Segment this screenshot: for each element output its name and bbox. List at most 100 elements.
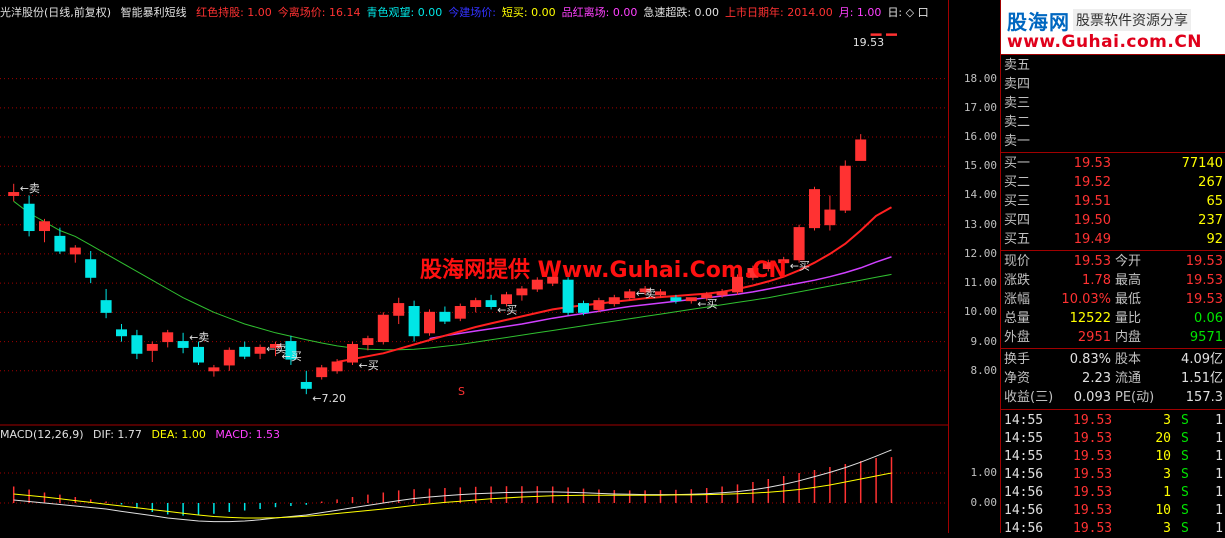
- candle-body: [655, 291, 666, 296]
- trade-side: S: [1181, 467, 1189, 482]
- trade-time: 14:56: [1004, 521, 1044, 536]
- fund-row: 收益(三) 0.093 PE(动) 157.3: [1001, 388, 1225, 407]
- ask-row[interactable]: 卖二: [1001, 113, 1225, 132]
- candle-body: [116, 329, 127, 337]
- indicator-name[interactable]: 智能暴利短线: [121, 6, 187, 19]
- candle-body: [347, 343, 358, 363]
- high-price-label: 19.53: [853, 36, 885, 49]
- bid-row[interactable]: 买四 19.50 237: [1001, 211, 1225, 230]
- trade-time: 14:55: [1004, 413, 1044, 428]
- site-logo[interactable]: 股海网 股票软件资源分享 www.Guhai.com.CN: [1001, 0, 1225, 55]
- ask-row[interactable]: 卖一: [1001, 132, 1225, 151]
- quote-label: 涨幅: [1004, 292, 1031, 307]
- candle-body: [824, 209, 836, 226]
- s-mark: S: [458, 385, 465, 398]
- trade-qty: 1: [1163, 485, 1171, 500]
- quote-label: 现价: [1004, 254, 1031, 269]
- candle-body: [223, 349, 235, 366]
- trade-qty: 3: [1163, 521, 1171, 536]
- candle-body: [69, 247, 81, 255]
- trade-row[interactable]: 14:55 19.53 20 S 1: [1001, 430, 1225, 448]
- candle-body: [501, 294, 512, 305]
- trade-row[interactable]: 14:56 19.53 3 S 1: [1001, 466, 1225, 484]
- fund-row: 换手 0.83% 股本 4.09亿: [1001, 350, 1225, 369]
- quote-value: 19.53: [1073, 254, 1111, 269]
- ask-row[interactable]: 卖五: [1001, 56, 1225, 75]
- bid-volume: 77140: [1181, 156, 1223, 171]
- bid-price: 19.49: [1073, 232, 1111, 247]
- buy-signal-label: ←买: [497, 303, 517, 316]
- candle-body: [162, 332, 174, 343]
- trade-qty: 20: [1155, 431, 1171, 446]
- buy-signal-label: ←买: [697, 298, 717, 311]
- quote-label-2: 最高: [1115, 273, 1142, 288]
- quote-row: 现价 19.53 今开 19.53: [1001, 252, 1225, 271]
- price-tick-label: 13.00: [963, 217, 997, 231]
- bid-row[interactable]: 买三 19.51 65: [1001, 192, 1225, 211]
- trade-price: 19.53: [1073, 485, 1113, 500]
- trade-count: 1: [1215, 503, 1223, 518]
- price-tick-label: 9.00: [970, 334, 998, 348]
- logo-site-cn: 股海网: [1007, 10, 1070, 34]
- candle-body: [54, 235, 66, 252]
- trade-row[interactable]: 14:56 19.53 3 S 1: [1001, 520, 1225, 538]
- ask-row[interactable]: 卖四: [1001, 75, 1225, 94]
- buy-signal-label: ←买: [359, 359, 379, 372]
- trade-side: S: [1181, 431, 1189, 446]
- quote-value: 10.03%: [1061, 292, 1111, 307]
- macd-tick-label: 1.00: [970, 466, 998, 479]
- macd-dea: DEA: 1.00: [151, 428, 206, 441]
- fund-label-2: 股本: [1115, 352, 1142, 367]
- fund-value: 0.093: [1073, 390, 1111, 405]
- macd-value: MACD: 1.53: [215, 428, 281, 441]
- candle-body: [316, 367, 328, 378]
- sell-signal-label: ←卖: [266, 342, 286, 355]
- stock-title[interactable]: 光洋股份(日线,前复权): [0, 6, 111, 19]
- price-tick-label: 11.00: [963, 276, 997, 290]
- candle-body: [146, 343, 158, 351]
- trade-row[interactable]: 14:56 19.53 10 S 1: [1001, 502, 1225, 520]
- ask-label: 卖四: [1004, 77, 1031, 92]
- trade-price: 19.53: [1073, 503, 1113, 518]
- header-item-7: 上市日期年: 2014.00: [725, 6, 833, 19]
- trade-row[interactable]: 14:55 19.53 10 S 1: [1001, 448, 1225, 466]
- bid-row[interactable]: 买五 19.49 92: [1001, 230, 1225, 249]
- trade-count: 1: [1215, 467, 1223, 482]
- ask-label: 卖三: [1004, 96, 1031, 111]
- macd-title[interactable]: MACD(12,26,9): [0, 428, 84, 441]
- quote-label: 总量: [1004, 311, 1031, 326]
- book-divider: [1001, 152, 1225, 153]
- candle-body: [439, 311, 451, 322]
- trade-time: 14:55: [1004, 431, 1044, 446]
- bid-label: 买五: [1004, 232, 1031, 247]
- bid-row[interactable]: 买一 19.53 77140: [1001, 154, 1225, 173]
- trade-row[interactable]: 14:55 19.53 3 S 1: [1001, 412, 1225, 430]
- trade-time: 14:56: [1004, 467, 1044, 482]
- ask-row[interactable]: 卖三: [1001, 94, 1225, 113]
- quote-row: 外盘 2951 内盘 9571: [1001, 328, 1225, 347]
- trade-row[interactable]: 14:56 19.53 1 S 1: [1001, 484, 1225, 502]
- buy-signal-label: ←买: [790, 260, 810, 273]
- fund-row: 净资 2.23 流通 1.51亿: [1001, 369, 1225, 388]
- header-item-4: 短买: 0.00: [501, 6, 556, 19]
- quote-value: 2951: [1077, 330, 1111, 345]
- ask-label: 卖五: [1004, 58, 1031, 73]
- quote-value-2: 19.53: [1185, 254, 1223, 269]
- price-tick-label: 17.00: [963, 100, 997, 114]
- low-price-label: ←7.20: [312, 392, 346, 405]
- sell-signal-label: ←卖: [636, 287, 656, 300]
- chart-header: 光洋股份(日线,前复权) 智能暴利短线 红色持股: 1.00 今离场价: 16.1…: [0, 4, 946, 22]
- bid-label: 买一: [1004, 156, 1031, 171]
- bid-label: 买四: [1004, 213, 1031, 228]
- candle-body: [362, 338, 374, 345]
- trade-side: S: [1181, 449, 1189, 464]
- quote-divider: [1001, 250, 1225, 251]
- bid-volume: 267: [1198, 175, 1223, 190]
- sell-signal-label: ←卖: [20, 182, 40, 195]
- candle-body: [424, 311, 435, 334]
- quote-row: 涨幅 10.03% 最低 19.53: [1001, 290, 1225, 309]
- trade-count: 1: [1215, 431, 1223, 446]
- bid-row[interactable]: 买二 19.52 267: [1001, 173, 1225, 192]
- macd-legend: MACD(12,26,9) DIF: 1.77 DEA: 1.00 MACD: …: [0, 428, 286, 441]
- ask-label: 卖一: [1004, 134, 1031, 149]
